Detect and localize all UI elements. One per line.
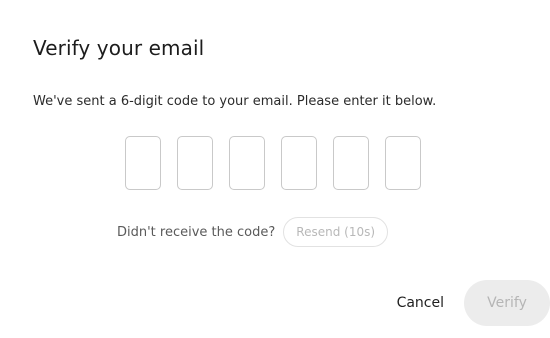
code-digit-4[interactable] [281, 136, 317, 190]
resend-button[interactable]: Resend (10s) [283, 217, 389, 247]
resend-row: Didn't receive the code? Resend (10s) [117, 217, 389, 247]
code-digit-1[interactable] [125, 136, 161, 190]
code-input-group [125, 136, 421, 190]
code-digit-2[interactable] [177, 136, 213, 190]
verify-email-dialog: Verify your email We've sent a 6-digit c… [0, 0, 550, 338]
verify-button[interactable]: Verify [464, 280, 550, 326]
dialog-title: Verify your email [33, 36, 205, 60]
code-digit-3[interactable] [229, 136, 265, 190]
dialog-description: We've sent a 6-digit code to your email.… [33, 94, 437, 109]
resend-prompt: Didn't receive the code? [117, 224, 276, 240]
cancel-button[interactable]: Cancel [397, 295, 444, 311]
code-digit-5[interactable] [333, 136, 369, 190]
code-digit-6[interactable] [385, 136, 421, 190]
dialog-actions: Cancel Verify [397, 280, 550, 326]
